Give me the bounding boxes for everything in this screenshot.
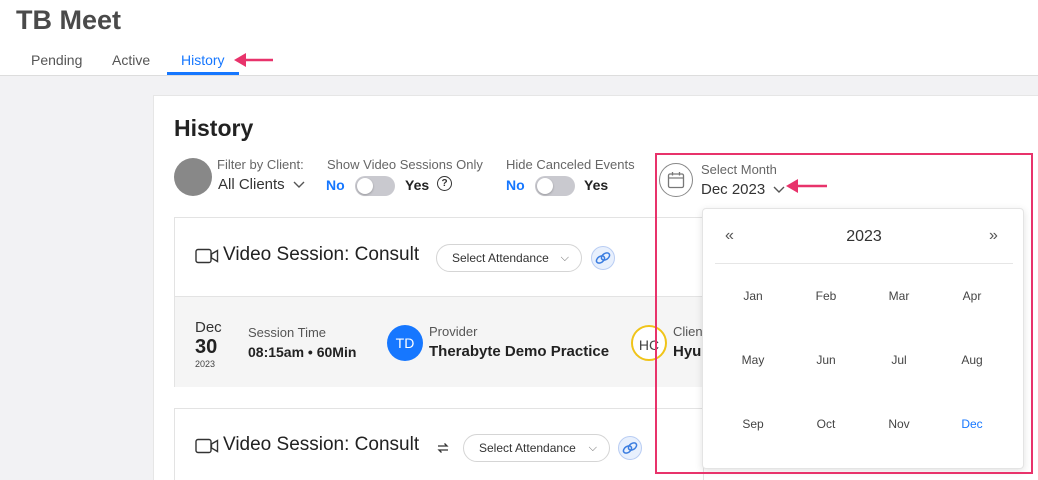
session-date-year: 2023 bbox=[195, 359, 216, 369]
month-option-sep[interactable]: Sep bbox=[723, 417, 783, 431]
page-title: History bbox=[174, 115, 254, 141]
video-camera-icon bbox=[195, 438, 219, 454]
session-link-button[interactable] bbox=[591, 246, 615, 270]
tab-pending[interactable]: Pending bbox=[31, 52, 82, 68]
session-card: Video Session: Consult Select Attendance… bbox=[174, 217, 711, 387]
client-avatar: HC bbox=[631, 325, 667, 361]
month-option-may[interactable]: May bbox=[723, 353, 783, 367]
app-title: TB Meet bbox=[16, 5, 122, 35]
month-option-oct[interactable]: Oct bbox=[796, 417, 856, 431]
month-option-nov[interactable]: Nov bbox=[869, 417, 929, 431]
month-option-jun[interactable]: Jun bbox=[796, 353, 856, 367]
video-camera-icon bbox=[195, 248, 219, 264]
video-only-toggle[interactable] bbox=[355, 176, 395, 196]
annotation-arrow-icon bbox=[786, 179, 827, 193]
provider-label: Provider bbox=[429, 324, 478, 339]
select-attendance-label: Select Attendance bbox=[452, 251, 549, 265]
select-month-label: Select Month bbox=[701, 162, 777, 177]
next-year-button[interactable]: » bbox=[989, 227, 998, 245]
session-time-label: Session Time bbox=[248, 325, 327, 340]
provider-name: Therabyte Demo Practice bbox=[429, 343, 610, 360]
recurring-icon bbox=[437, 443, 449, 453]
filter-client-select[interactable]: All Clients bbox=[218, 176, 305, 193]
month-option-dec[interactable]: Dec bbox=[942, 417, 1002, 431]
chevron-down-icon bbox=[293, 181, 305, 188]
hide-canceled-on-label: Yes bbox=[584, 177, 609, 193]
picker-divider bbox=[715, 263, 1013, 264]
hide-canceled-toggle[interactable] bbox=[535, 176, 575, 196]
select-attendance-button[interactable]: Select Attendance ⌵ bbox=[463, 434, 610, 462]
help-icon[interactable]: ? bbox=[437, 176, 452, 191]
chevron-down-icon: ⌵ bbox=[588, 442, 597, 454]
active-tab-indicator bbox=[167, 72, 239, 75]
filter-client-label: Filter by Client: bbox=[217, 157, 304, 172]
month-picker: « 2023 » Jan Feb Mar Apr May Jun Jul Aug Sep Oct N… bbox=[702, 208, 1024, 469]
client-label: Clien bbox=[673, 324, 703, 339]
filter-client-value: All Clients bbox=[218, 176, 285, 193]
client-avatar bbox=[174, 158, 212, 196]
month-option-mar[interactable]: Mar bbox=[869, 289, 929, 303]
session-link-button[interactable] bbox=[618, 436, 642, 460]
top-bar: TB Meet Pending Active History bbox=[0, 0, 1038, 76]
session-details: Dec 30 2023 Session Time 08:15am • 60Min… bbox=[175, 296, 711, 387]
video-only-on-label: Yes bbox=[405, 177, 430, 193]
link-icon bbox=[622, 442, 638, 454]
month-option-apr[interactable]: Apr bbox=[942, 289, 1002, 303]
chevron-down-icon: ⌵ bbox=[560, 252, 569, 264]
link-icon bbox=[595, 252, 611, 264]
month-option-aug[interactable]: Aug bbox=[942, 353, 1002, 367]
session-title: Video Session: Consult bbox=[223, 434, 420, 455]
calendar-icon bbox=[667, 172, 685, 189]
provider-avatar: TD bbox=[387, 325, 423, 361]
hide-canceled-label: Hide Canceled Events bbox=[506, 157, 635, 172]
month-option-feb[interactable]: Feb bbox=[796, 289, 856, 303]
hide-canceled-off-label: No bbox=[506, 177, 525, 193]
session-card: Video Session: Consult Select Attendance… bbox=[174, 408, 704, 480]
annotation-arrow-icon bbox=[234, 53, 273, 67]
calendar-button[interactable] bbox=[659, 163, 693, 197]
session-date-month: Dec bbox=[195, 319, 222, 336]
tab-active[interactable]: Active bbox=[112, 52, 150, 68]
video-only-off-label: No bbox=[326, 177, 345, 193]
session-title: Video Session: Consult bbox=[223, 244, 420, 265]
month-option-jan[interactable]: Jan bbox=[723, 289, 783, 303]
tab-history[interactable]: History bbox=[181, 52, 225, 68]
session-time-value: 08:15am • 60Min bbox=[248, 344, 357, 360]
select-attendance-label: Select Attendance bbox=[479, 441, 576, 455]
month-option-jul[interactable]: Jul bbox=[869, 353, 929, 367]
session-date-day: 30 bbox=[195, 336, 218, 358]
select-month-value: Dec 2023 bbox=[701, 181, 766, 198]
select-month-dropdown[interactable]: Dec 2023 bbox=[701, 181, 785, 198]
video-only-label: Show Video Sessions Only bbox=[327, 157, 483, 172]
select-attendance-button[interactable]: Select Attendance ⌵ bbox=[436, 244, 582, 272]
picker-year: 2023 bbox=[846, 228, 882, 245]
